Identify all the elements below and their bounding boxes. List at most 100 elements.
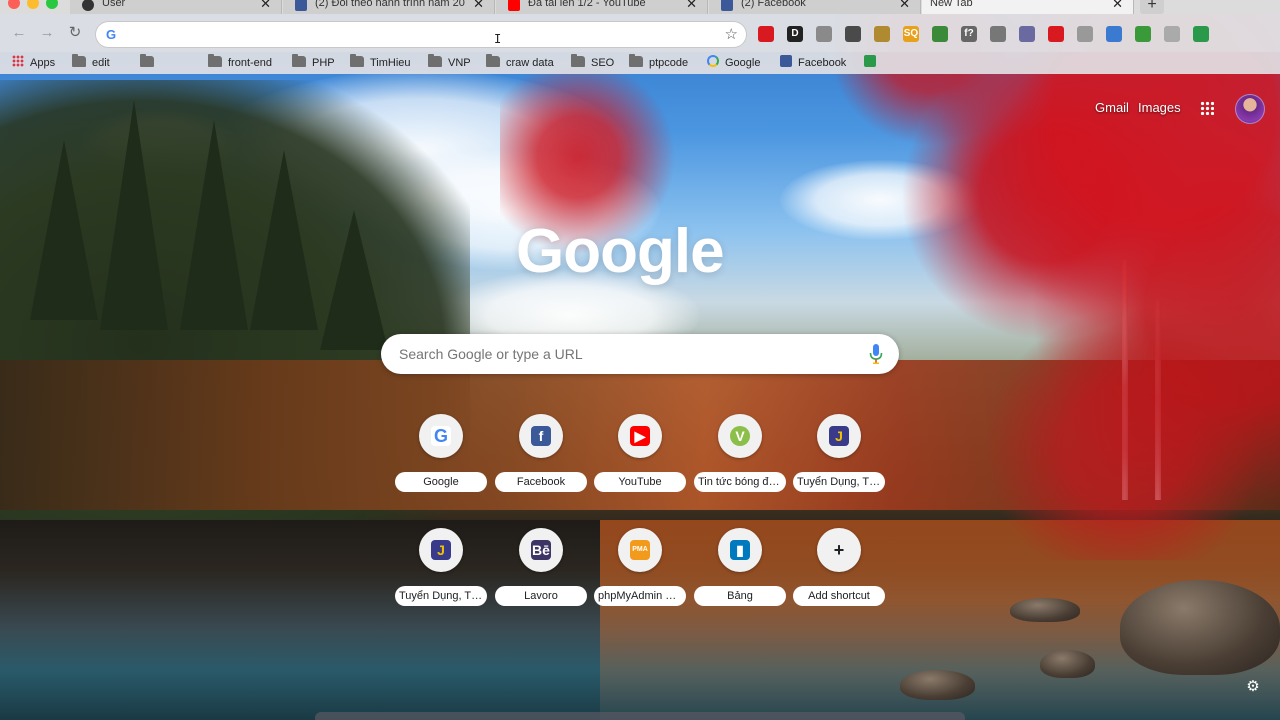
shortcut-icon-circle: G [419,414,463,458]
folder-icon [208,54,222,67]
shortcut-tile[interactable]: Bē Lavoro [495,528,591,618]
youtube-icon: ▶ [630,426,650,446]
shortcut-icon-circle: f [519,414,563,458]
clock-icon[interactable] [990,26,1006,42]
chart-icon[interactable] [932,26,948,42]
minimize-window-icon[interactable] [27,0,39,9]
camera-icon[interactable] [816,26,832,42]
shortcut-tile[interactable]: J Tuyển Dụng, Tì... [793,414,889,504]
gmail-link[interactable]: Gmail [1095,100,1129,115]
add-shortcut-button[interactable]: + Add shortcut [793,528,889,618]
bookmark-folder-seo[interactable]: SEO [571,54,614,71]
shortcut-label: phpMyAdmin 4.... [594,586,686,606]
seoquake-icon[interactable]: SQ [903,26,919,42]
back-button[interactable]: ← [10,24,28,42]
close-icon[interactable]: ✕ [686,0,697,11]
phpmyadmin-icon: PMA [630,540,650,560]
green-extension-icon[interactable] [1135,26,1151,42]
tab-title: User [102,0,126,9]
search-box[interactable] [381,334,899,374]
shortcut-label: YouTube [594,472,686,492]
shortcut-label: Lavoro [495,586,587,606]
bookmark-label: Facebook [798,57,847,69]
tab-facebook[interactable]: (2) Facebook ✕ [709,0,921,14]
shortcut-label: Tuyển Dụng, Tì... [395,586,487,606]
bookmark-label: VNP [448,57,471,69]
shortcut-label: Facebook [495,472,587,492]
dark-extension-icon[interactable] [845,26,861,42]
shortcut-label: Bảng [694,586,786,606]
microphone-icon[interactable] [869,344,883,364]
address-bar[interactable]: G ☆ [96,22,746,47]
shortcut-label: Add shortcut [793,586,885,606]
sun-icon[interactable] [874,26,890,42]
forward-button[interactable]: → [38,24,56,42]
shortcut-tile[interactable]: G Google [395,414,491,504]
trello-icon: ▮ [730,540,750,560]
red-gear-icon[interactable] [1048,26,1064,42]
font-icon[interactable]: f? [961,26,977,42]
close-icon[interactable]: ✕ [473,0,484,11]
tab-user[interactable]: User ✕ [70,0,282,14]
link-icon[interactable] [1077,26,1093,42]
shortcut-icon-circle: J [419,528,463,572]
shortcut-tile[interactable]: ▮ Bảng [694,528,790,618]
bookmark-folder-timhieu[interactable]: TimHieu [350,54,411,71]
adblock-icon[interactable] [758,26,774,42]
shortcut-tile[interactable]: V Tin tức bóng đá... [694,414,790,504]
new-tab-button[interactable]: + [1140,0,1164,14]
shortcut-tile[interactable]: ▶ YouTube [594,414,690,504]
close-icon[interactable]: ✕ [260,0,271,11]
google-icon: G [431,426,451,446]
globe-icon[interactable] [1106,26,1122,42]
maximize-window-icon[interactable] [46,0,58,9]
bookmark-label: PHP [312,57,335,69]
bookmark-folder-vnp[interactable]: VNP [428,54,471,71]
avatar[interactable] [1235,94,1265,124]
bookmark-green-plus[interactable] [864,55,882,71]
bookmark-facebook[interactable]: Facebook [780,55,846,71]
bookmark-label: front-end [228,57,273,69]
close-icon[interactable]: ✕ [1112,0,1123,11]
tick-icon[interactable] [1193,26,1209,42]
plus-icon: + [829,540,849,560]
window-icon[interactable] [1019,26,1035,42]
d-extension-icon[interactable]: D [787,26,803,42]
bookmark-folder-craw-data[interactable]: craw data [486,54,554,71]
bookmark-folder-php[interactable]: PHP [292,54,335,71]
tab-strip: User ✕ (2) Đổi theo hành trình năm 20 ✕ … [0,0,1280,14]
close-window-icon[interactable] [8,0,20,9]
play-extension-icon[interactable] [1164,26,1180,42]
settings-gear-icon[interactable]: ⚙ [1244,678,1262,696]
google-apps-icon[interactable] [1200,101,1214,115]
search-input[interactable] [399,344,859,364]
google-icon [707,55,719,67]
recruitment-icon: J [829,426,849,446]
bookmark-apps[interactable]: Apps [12,55,55,71]
shortcut-tile[interactable]: J Tuyển Dụng, Tì... [395,528,491,618]
bookmark-star-icon[interactable]: ☆ [725,25,738,43]
tab-title: (2) Đổi theo hành trình năm 20 [315,0,465,9]
close-icon[interactable]: ✕ [899,0,910,11]
shortcut-tile[interactable]: f Facebook [495,414,591,504]
bookmark-folder-front-end[interactable]: front-end [208,54,273,71]
reload-button[interactable]: ↻ [66,24,84,42]
shortcut-label: Tuyển Dụng, Tì... [793,472,885,492]
folder-icon [72,54,86,67]
shortcut-tile[interactable]: PMA phpMyAdmin 4.... [594,528,690,618]
tab-new-tab[interactable]: New Tab ✕ [922,0,1134,14]
recruitment-icon: J [431,540,451,560]
bookmark-folder-ptpcode[interactable]: ptpcode [629,54,689,71]
tab-title: Đã tải lên 1/2 - YouTube [528,0,646,9]
bookmark-folder-edit[interactable]: edit [72,54,110,71]
bookmark-label: ptpcode [649,57,689,69]
bookmark-google[interactable]: Google [707,55,760,71]
folder-icon [629,54,643,67]
bookmark-label: TimHieu [370,57,411,69]
tab-youtube-upload[interactable]: Đã tải lên 1/2 - YouTube ✕ [496,0,708,14]
tab-facebook-post[interactable]: (2) Đổi theo hành trình năm 20 ✕ [283,0,495,14]
shortcut-label: Google [395,472,487,492]
images-link[interactable]: Images [1138,100,1181,115]
bookmark-folder[interactable] [140,54,160,71]
address-input[interactable] [126,25,706,44]
